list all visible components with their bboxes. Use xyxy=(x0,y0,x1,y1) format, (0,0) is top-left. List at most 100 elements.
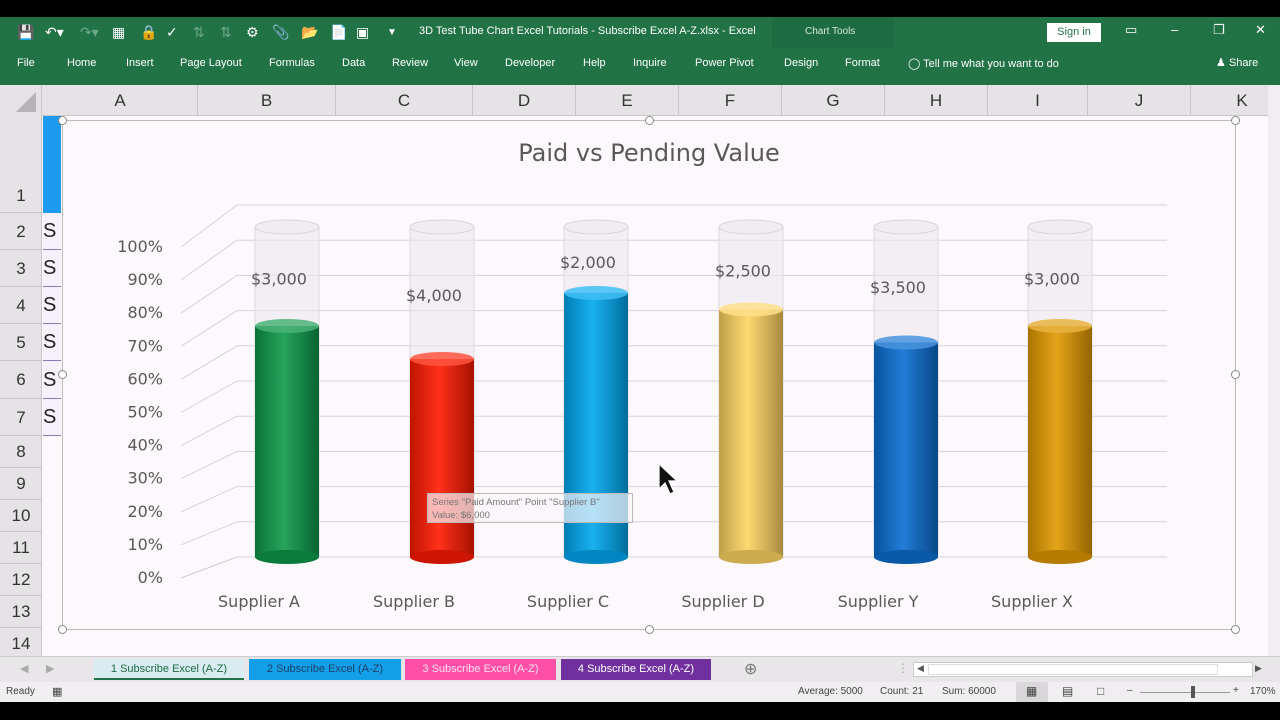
plot-area[interactable]: 0% 10% 20% 30% 40% 50% 60% 70% 80% 90% 100% $3,000 S… xyxy=(63,121,1237,631)
macro-record-icon[interactable]: ▦ xyxy=(52,685,62,698)
sheet-tab-2[interactable]: 2 Subscribe Excel (A-Z) xyxy=(249,659,401,680)
horizontal-scrollbar[interactable]: ◀ xyxy=(913,662,1253,677)
cell-a3[interactable]: S xyxy=(43,250,61,287)
column-header-g[interactable]: G xyxy=(782,85,885,116)
open-folder-icon[interactable]: 📂 xyxy=(301,24,318,41)
share-button[interactable]: ♟ Share xyxy=(1216,56,1258,69)
row-header-5[interactable]: 5 xyxy=(0,324,42,361)
column-header-b[interactable]: B xyxy=(198,85,336,116)
close-icon[interactable]: ✕ xyxy=(1255,22,1266,38)
tab-developer[interactable]: Developer xyxy=(505,57,555,69)
status-sum[interactable]: Sum: 60000 xyxy=(942,686,996,697)
sort-asc-icon[interactable]: ⇅ xyxy=(193,24,205,41)
normal-view-button[interactable]: ▦ xyxy=(1016,682,1048,702)
column-header-d[interactable]: D xyxy=(473,85,576,116)
zoom-slider-thumb[interactable] xyxy=(1191,686,1195,698)
minimize-icon[interactable]: – xyxy=(1171,22,1178,37)
tab-view[interactable]: View xyxy=(454,57,478,69)
column-header-h[interactable]: H xyxy=(885,85,988,116)
scroll-right-icon[interactable]: ▶ xyxy=(1255,663,1262,674)
column-header-j[interactable]: J xyxy=(1088,85,1191,116)
row-header-3[interactable]: 3 xyxy=(0,250,42,287)
zoom-slider[interactable] xyxy=(1140,692,1230,693)
print-preview-icon[interactable]: ▣ xyxy=(356,24,369,41)
column-header-k[interactable]: K xyxy=(1191,85,1280,116)
scrollbar-thumb[interactable] xyxy=(928,664,1218,675)
select-all-button[interactable] xyxy=(0,85,42,116)
tab-insert[interactable]: Insert xyxy=(126,57,154,69)
spellcheck-icon[interactable]: ✓ xyxy=(166,24,178,41)
tell-me-search[interactable]: ◯ Tell me what you want to do xyxy=(908,57,1059,70)
resize-handle-top-left[interactable] xyxy=(58,116,67,125)
row-header-12[interactable]: 12 xyxy=(0,564,42,596)
resize-handle-bottom[interactable] xyxy=(645,625,654,634)
zoom-in-icon[interactable]: + xyxy=(1233,685,1239,696)
sheet-tab-1[interactable]: 1 Subscribe Excel (A-Z) xyxy=(94,659,244,680)
tab-format[interactable]: Format xyxy=(845,57,880,69)
cell-a5[interactable]: S xyxy=(43,324,61,361)
row-header-6[interactable]: 6 xyxy=(0,361,42,399)
cell-a6[interactable]: S xyxy=(43,361,61,399)
resize-handle-top-right[interactable] xyxy=(1231,116,1240,125)
ribbon-display-icon[interactable]: ▭ xyxy=(1125,22,1137,38)
row-header-10[interactable]: 10 xyxy=(0,500,42,532)
column-header-c[interactable]: C xyxy=(336,85,473,116)
tab-design[interactable]: Design xyxy=(784,57,818,69)
share-workbook-icon[interactable]: ⚙ xyxy=(246,24,259,41)
customize-qat-icon[interactable]: ▼ xyxy=(387,27,397,38)
row-header-9[interactable]: 9 xyxy=(0,468,42,500)
column-header-e[interactable]: E xyxy=(576,85,679,116)
sort-desc-icon[interactable]: ⇅ xyxy=(220,24,232,41)
sheet-tab-4[interactable]: 4 Subscribe Excel (A-Z) xyxy=(561,659,711,680)
tab-review[interactable]: Review xyxy=(392,57,428,69)
zoom-out-icon[interactable]: – xyxy=(1127,685,1133,696)
tab-formulas[interactable]: Formulas xyxy=(269,57,315,69)
chart-area[interactable]: Paid vs Pending Value 0% 10% 20% 30% 40% 50% 6… xyxy=(62,120,1236,630)
split-handle-icon[interactable]: ⋮ xyxy=(897,661,909,675)
table-icon[interactable]: ▦ xyxy=(112,24,125,41)
tab-power-pivot[interactable]: Power Pivot xyxy=(695,57,754,69)
worksheet[interactable]: A B C D E F G H I J K 1 2 3 4 5 6 7 8 9 … xyxy=(0,85,1280,660)
selected-cell-a1[interactable] xyxy=(43,116,61,213)
column-header-i[interactable]: I xyxy=(988,85,1088,116)
scroll-left-icon[interactable]: ◀ xyxy=(917,663,924,674)
resize-handle-bottom-left[interactable] xyxy=(58,625,67,634)
new-sheet-icon[interactable]: ⊕ xyxy=(744,659,757,679)
resize-handle-right[interactable] xyxy=(1231,370,1240,379)
sheet-tab-3[interactable]: 3 Subscribe Excel (A-Z) xyxy=(405,659,556,680)
undo-icon[interactable]: ↶▾ xyxy=(45,24,64,41)
tab-file[interactable]: File xyxy=(17,57,35,69)
sign-in-button[interactable]: Sign in xyxy=(1047,23,1101,42)
row-header-7[interactable]: 7 xyxy=(0,399,42,436)
cell-a4[interactable]: S xyxy=(43,287,61,324)
tab-page-layout[interactable]: Page Layout xyxy=(180,57,242,69)
row-header-13[interactable]: 13 xyxy=(0,596,42,628)
resize-handle-left[interactable] xyxy=(58,370,67,379)
new-file-icon[interactable]: 📄 xyxy=(330,24,347,41)
row-header-1[interactable]: 1 xyxy=(0,116,42,213)
tab-help[interactable]: Help xyxy=(583,57,606,69)
status-count[interactable]: Count: 21 xyxy=(880,686,923,697)
zoom-level[interactable]: 170% xyxy=(1250,686,1276,697)
tab-inquire[interactable]: Inquire xyxy=(633,57,667,69)
lock-icon[interactable]: 🔒 xyxy=(140,24,157,41)
row-header-8[interactable]: 8 xyxy=(0,436,42,468)
attach-icon[interactable]: 📎 xyxy=(272,24,289,41)
row-header-2[interactable]: 2 xyxy=(0,213,42,250)
scroll-tabs-left-icon[interactable]: ◀ xyxy=(20,662,28,675)
status-average[interactable]: Average: 5000 xyxy=(798,686,863,697)
tab-data[interactable]: Data xyxy=(342,57,365,69)
cell-a7[interactable]: S xyxy=(43,399,61,436)
row-header-11[interactable]: 11 xyxy=(0,532,42,564)
scroll-tabs-right-icon[interactable]: ▶ xyxy=(46,662,54,675)
row-header-4[interactable]: 4 xyxy=(0,287,42,324)
redo-icon[interactable]: ↷▾ xyxy=(80,24,99,41)
column-header-a[interactable]: A xyxy=(43,85,198,116)
tab-home[interactable]: Home xyxy=(67,57,96,69)
restore-icon[interactable]: ❐ xyxy=(1213,22,1225,38)
vertical-scrollbar[interactable] xyxy=(1268,85,1280,660)
page-layout-view-icon[interactable]: ▤ xyxy=(1062,684,1073,698)
resize-handle-top[interactable] xyxy=(645,116,654,125)
page-break-view-icon[interactable]: □ xyxy=(1097,684,1104,698)
cell-a2[interactable]: S xyxy=(43,213,61,250)
